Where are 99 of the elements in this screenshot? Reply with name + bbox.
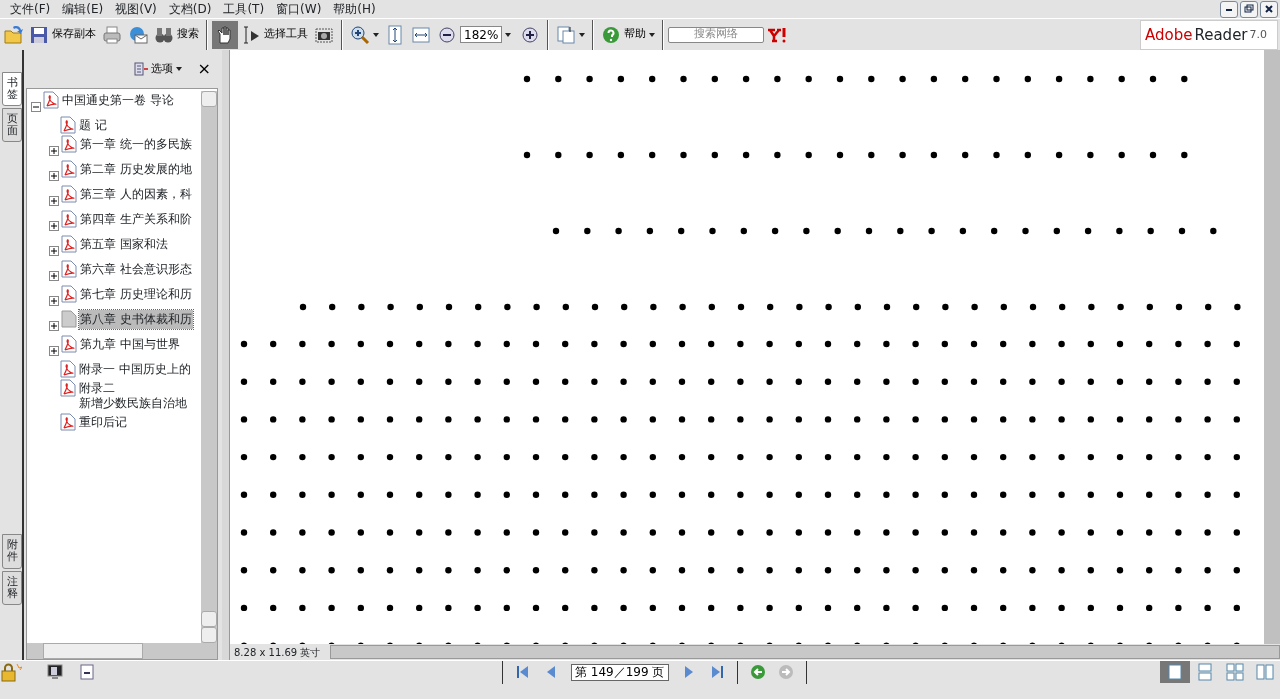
single-page-icon <box>1166 663 1184 681</box>
bookmark-item[interactable]: 题 记 <box>78 116 108 135</box>
bookmark-item[interactable]: 第一章 统一的多民族 <box>79 135 193 154</box>
menu-item[interactable]: 文档(D) <box>162 0 218 18</box>
bookmark-item[interactable]: 重印后记 <box>78 413 128 432</box>
toolbar-button[interactable] <box>212 20 238 49</box>
menu-item[interactable]: 视图(V) <box>109 0 163 18</box>
zoom-in-icon <box>350 24 370 45</box>
document-icon <box>61 285 77 303</box>
page-size-label: 8.28 x 11.69 英寸 <box>234 645 321 660</box>
document-icon <box>61 260 77 278</box>
document-icon <box>61 185 77 203</box>
scrollbar[interactable] <box>201 91 217 643</box>
options-button[interactable]: 选项 <box>130 55 185 83</box>
scrollbar[interactable] <box>330 645 1280 659</box>
globe-envelope-icon <box>128 24 148 45</box>
close-button[interactable] <box>1260 0 1278 18</box>
scrollbar[interactable] <box>27 643 217 659</box>
menu-item[interactable]: 文件(F) <box>4 0 57 18</box>
window-icon[interactable] <box>80 664 94 680</box>
tool-button[interactable]: 帮助 <box>598 20 658 49</box>
document-icon <box>61 135 77 153</box>
bookmark-item[interactable]: 第九章 中国与世界 <box>79 335 181 354</box>
side-tab[interactable]: 注释 <box>2 570 22 605</box>
bookmark-item[interactable]: 第三章 人的因素，科 <box>79 185 193 204</box>
menu-item[interactable]: 工具(T) <box>217 0 271 18</box>
bookmark-item[interactable]: 新增少数民族自治地 <box>78 396 188 413</box>
expand-icon[interactable] <box>49 245 59 256</box>
restore-icon <box>1244 4 1254 14</box>
caret-icon <box>373 32 379 37</box>
product-logo: Adobe Reader7.0 <box>1140 20 1278 50</box>
first-page-icon[interactable] <box>515 664 531 680</box>
monitor-icon[interactable] <box>46 664 64 680</box>
expand-icon[interactable] <box>49 220 59 231</box>
side-tab[interactable]: 书签 <box>2 72 22 107</box>
page-number-field[interactable]: 第 149／199 页 <box>571 663 669 681</box>
continuous-page-icon <box>1196 663 1214 681</box>
view-mode-button[interactable] <box>1160 661 1190 683</box>
pages-icon <box>556 24 576 45</box>
zoom-out-icon <box>437 24 457 45</box>
splitter-handle[interactable] <box>222 50 230 660</box>
options-icon <box>133 62 148 76</box>
expand-icon[interactable] <box>49 320 59 331</box>
bookmark-item[interactable]: 第五章 国家和法 <box>79 235 169 254</box>
document-icon <box>60 116 76 134</box>
lock-icon <box>0 662 22 682</box>
expand-icon[interactable] <box>49 345 59 356</box>
collapse-icon[interactable] <box>31 101 41 112</box>
two-page-icon <box>1256 663 1274 681</box>
expand-icon[interactable] <box>49 270 59 281</box>
document-icon <box>60 379 76 397</box>
close-icon <box>1264 4 1274 14</box>
document-icon <box>43 91 59 109</box>
document-icon <box>61 335 77 353</box>
grid-pages-icon <box>1226 663 1244 681</box>
tool-button[interactable]: 保存副本 <box>26 20 99 49</box>
document-icon <box>61 310 77 328</box>
last-page-icon[interactable] <box>709 664 725 680</box>
caret-icon <box>505 32 511 37</box>
minimize-button[interactable] <box>1220 0 1238 18</box>
search-field[interactable]: 搜索网络 <box>668 26 764 43</box>
expand-icon[interactable] <box>49 195 59 206</box>
fit-height-icon <box>385 24 405 45</box>
close-panel-button[interactable]: × <box>194 55 214 83</box>
document-icon <box>61 210 77 228</box>
document-icon <box>60 413 76 431</box>
zoom-field[interactable]: 182% <box>460 26 502 43</box>
help-icon <box>601 24 621 45</box>
bookmark-item[interactable]: 中国通史第一卷 导论 <box>61 91 175 110</box>
expand-icon[interactable] <box>49 145 59 156</box>
menu-item[interactable]: 窗口(W) <box>270 0 328 18</box>
open-folder-icon <box>3 24 23 45</box>
side-tab[interactable]: 附件 <box>2 534 22 569</box>
side-tab[interactable]: 页面 <box>2 108 22 143</box>
bookmark-item[interactable]: 附录一 中国历史上的 <box>78 360 192 379</box>
tool-button[interactable]: 搜索 <box>151 20 202 49</box>
document-icon <box>60 360 76 378</box>
caret-icon <box>175 67 182 71</box>
text-cursor-icon <box>241 24 261 45</box>
zoom-in-plus-icon <box>520 24 540 45</box>
bookmark-item[interactable]: 第七章 历史理论和历 <box>79 285 193 304</box>
bookmark-item[interactable]: 附录二 <box>78 379 188 396</box>
bookmark-item[interactable]: 第八章 史书体裁和历 <box>79 310 193 329</box>
scrollbar[interactable] <box>1264 50 1280 644</box>
bookmark-item[interactable]: 第二章 历史发展的地 <box>79 160 193 179</box>
bookmark-item[interactable]: 第六章 社会意识形态 <box>79 260 193 279</box>
restore-button[interactable] <box>1240 0 1258 18</box>
expand-icon[interactable] <box>49 295 59 306</box>
caret-icon <box>649 32 655 37</box>
document-icon <box>61 235 77 253</box>
expand-icon[interactable] <box>49 170 59 181</box>
menu-item[interactable]: 编辑(E) <box>56 0 110 18</box>
bookmark-item[interactable]: 第四章 生产关系和阶 <box>79 210 193 229</box>
fit-width-icon <box>411 24 431 45</box>
caret-icon <box>579 32 585 37</box>
tool-button[interactable]: 选择工具 <box>238 20 311 49</box>
printer-icon <box>102 24 122 45</box>
menu-item[interactable]: 帮助(H) <box>327 0 382 18</box>
document-icon <box>61 160 77 178</box>
